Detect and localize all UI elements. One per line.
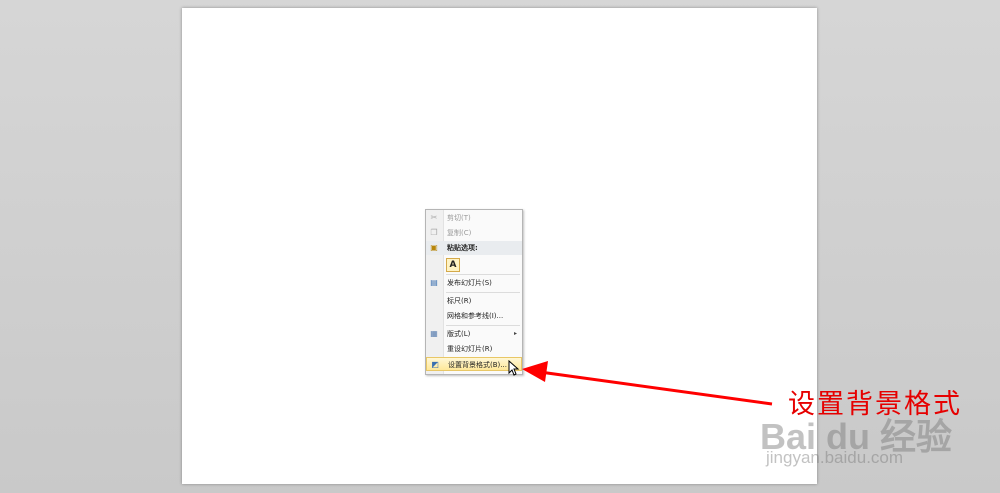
- app-window: ✂ 剪切(T) ❐ 复制(C) ▣ 粘贴选项: A ▤ 发布幻灯片(S) 标尺(…: [0, 0, 1000, 493]
- watermark-url: jingyan.baidu.com: [766, 448, 904, 467]
